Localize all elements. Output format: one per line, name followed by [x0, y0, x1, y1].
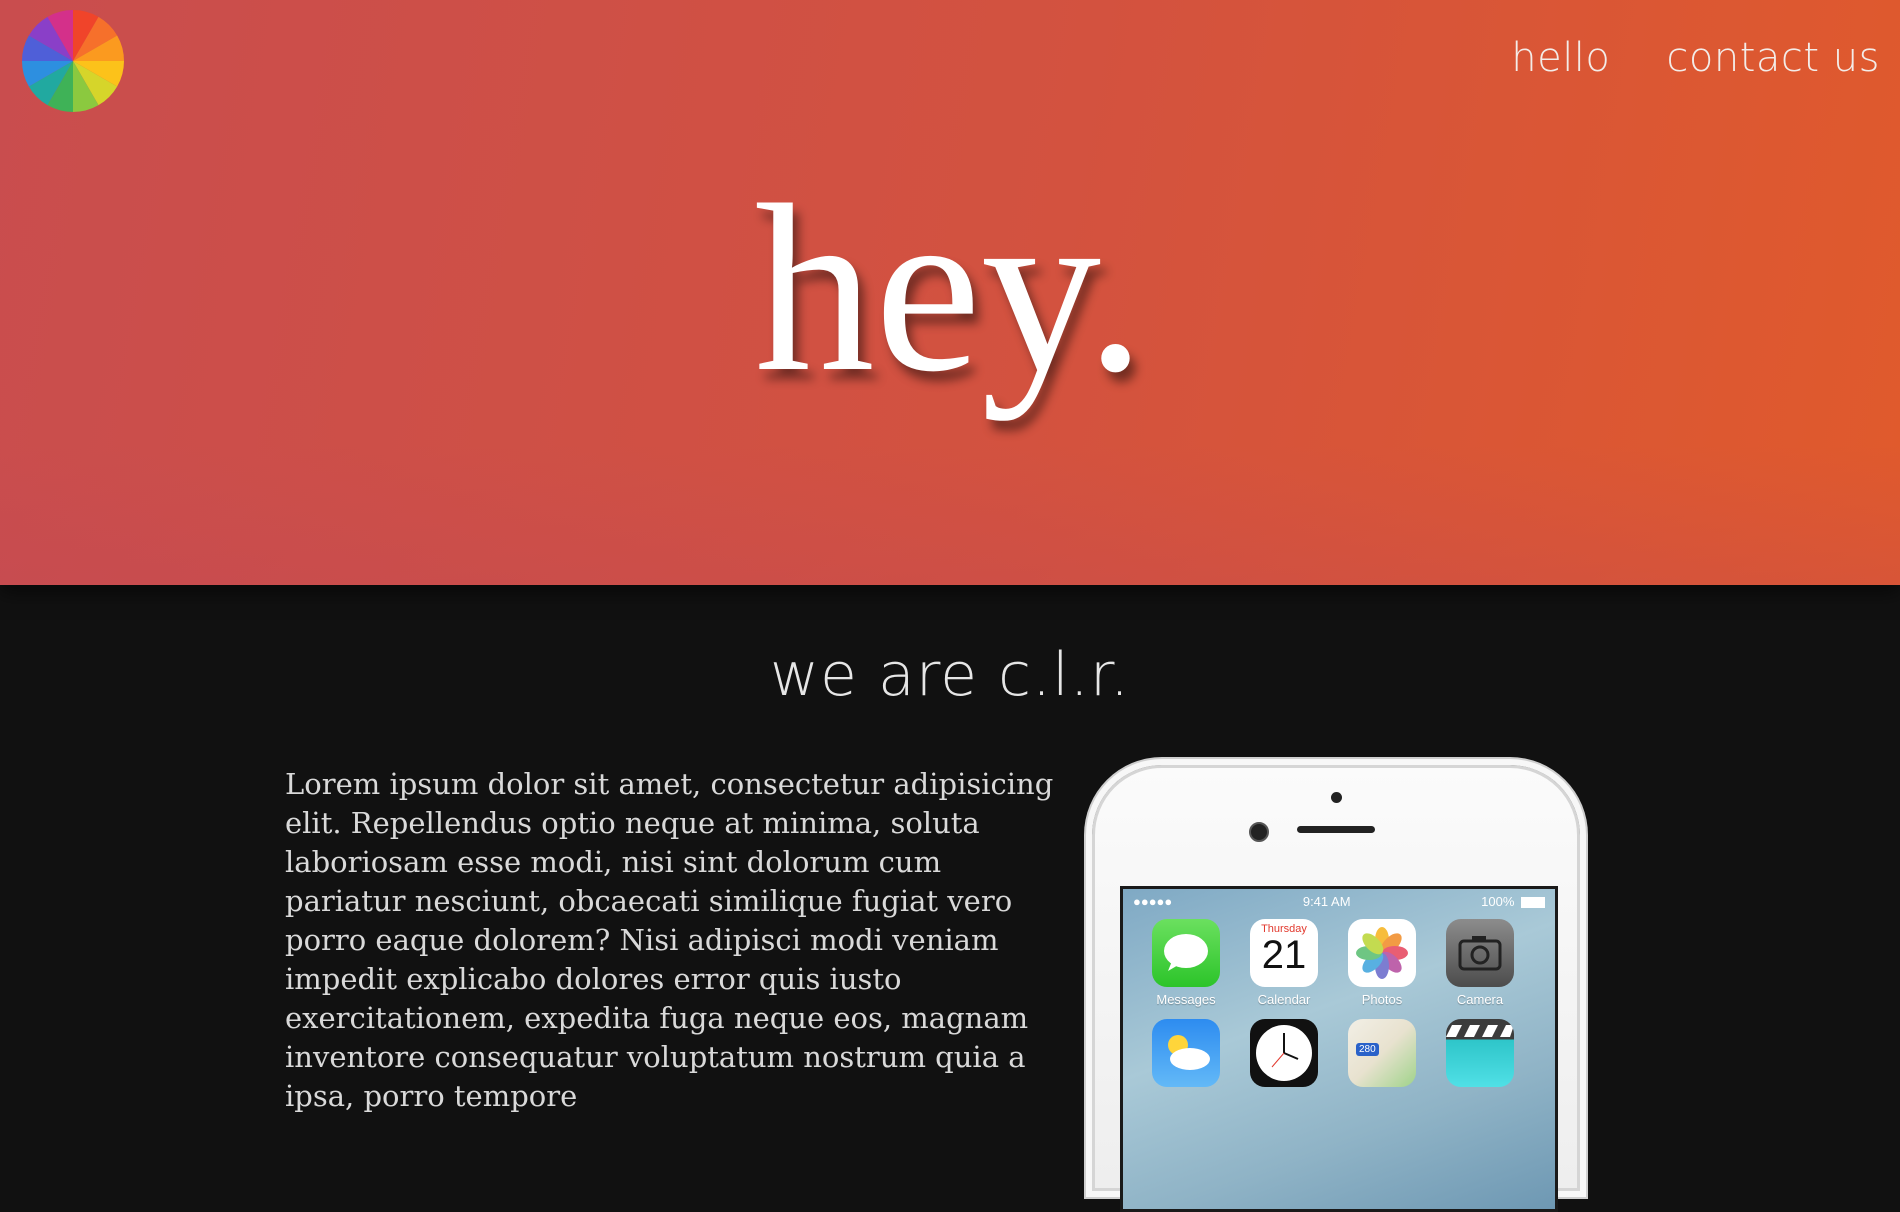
hero-title: hey.	[754, 155, 1146, 421]
earpiece-speaker	[1297, 826, 1375, 833]
app-grid: Messages Thursday 21 Calendar Photos Cam…	[1137, 919, 1529, 1087]
app-label: Messages	[1156, 992, 1216, 1007]
app-maps[interactable]: 280	[1333, 1019, 1431, 1087]
app-camera[interactable]: Camera	[1431, 919, 1529, 1007]
app-label: Camera	[1456, 992, 1504, 1007]
color-wheel-logo[interactable]	[22, 10, 124, 112]
battery-indicator: 100%	[1481, 894, 1545, 909]
photos-icon	[1348, 919, 1416, 987]
top-nav: hello contact us	[1511, 35, 1880, 81]
app-messages[interactable]: Messages	[1137, 919, 1235, 1007]
status-time: 9:41 AM	[1302, 893, 1351, 909]
app-label: Photos	[1361, 992, 1403, 1007]
nav-link-hello[interactable]: hello	[1511, 35, 1610, 81]
app-clock[interactable]	[1235, 1019, 1333, 1087]
status-bar: ●●●●● 9:41 AM 100%	[1123, 889, 1555, 913]
maps-badge: 280	[1356, 1043, 1379, 1056]
app-photos[interactable]: Photos	[1333, 919, 1431, 1007]
calendar-date: 21	[1261, 933, 1307, 977]
signal-indicator: ●●●●●	[1133, 893, 1173, 909]
maps-icon: 280	[1348, 1019, 1416, 1087]
videos-icon	[1446, 1019, 1514, 1087]
messages-icon	[1152, 919, 1220, 987]
camera-icon	[1446, 919, 1514, 987]
about-paragraph: Lorem ipsum dolor sit amet, consectetur …	[285, 767, 1054, 1113]
front-camera	[1249, 822, 1269, 842]
nav-link-contact-us[interactable]: contact us	[1666, 35, 1880, 81]
battery-icon	[1521, 896, 1545, 908]
proximity-sensor	[1331, 792, 1342, 803]
app-calendar[interactable]: Thursday 21 Calendar	[1235, 919, 1333, 1007]
calendar-icon: Thursday 21	[1250, 919, 1318, 987]
app-label: Calendar	[1257, 992, 1311, 1007]
app-videos[interactable]	[1431, 1019, 1529, 1087]
phone-screen: ●●●●● 9:41 AM 100% Messages Thursday 21 …	[1120, 886, 1558, 1212]
weather-icon	[1152, 1019, 1220, 1087]
app-weather[interactable]	[1137, 1019, 1235, 1087]
section-title: we are c.l.r.	[769, 640, 1131, 710]
clock-icon	[1250, 1019, 1318, 1087]
hero-section: hello contact us hey.	[0, 0, 1900, 585]
iphone-mockup: ●●●●● 9:41 AM 100% Messages Thursday 21 …	[1092, 765, 1580, 1212]
